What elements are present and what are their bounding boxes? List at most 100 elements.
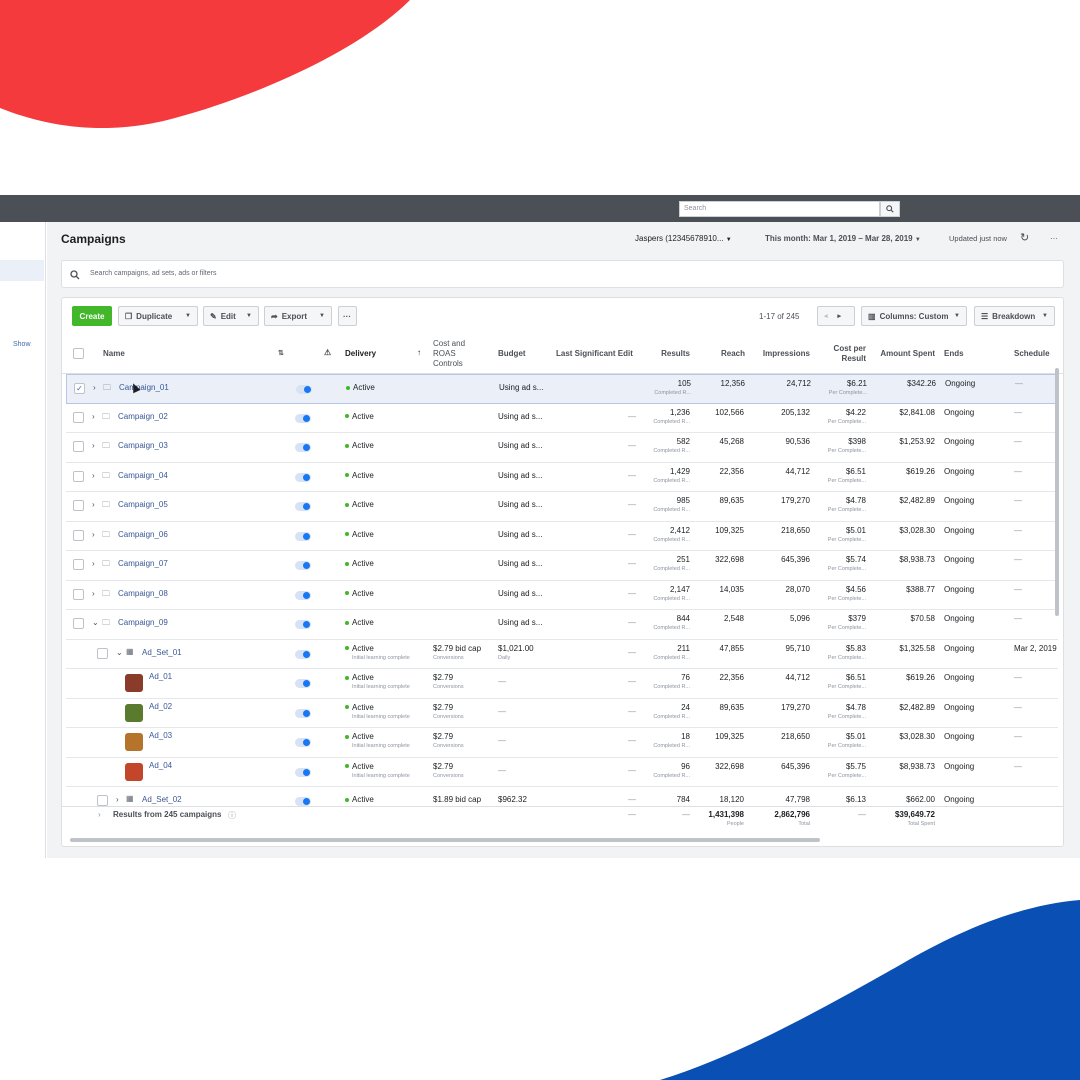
row-name-link[interactable]: Ad_02	[149, 702, 172, 711]
ad-row[interactable]: Ad_01 Active Initial learning complete $2.7…	[66, 669, 1058, 699]
campaign-row[interactable]: › 🗀 Campaign_05 Active Using ad s... — 985 Comp…	[66, 492, 1058, 522]
info-icon[interactable]: ⓘ	[228, 810, 236, 821]
duplicate-button[interactable]: ❐ Duplicate ▼	[118, 306, 198, 326]
toggle-switch[interactable]	[295, 738, 311, 747]
row-name-link[interactable]: Campaign_02	[118, 412, 168, 421]
chevron-right-icon[interactable]: ▸	[838, 312, 842, 320]
toggle-switch[interactable]	[295, 767, 311, 777]
chevron-right-icon[interactable]: ›	[93, 383, 96, 392]
row-name-link[interactable]: Campaign_03	[118, 441, 168, 450]
horizontal-scrollbar[interactable]	[70, 838, 820, 842]
chevron-right-icon[interactable]: ›	[92, 441, 95, 450]
row-checkbox[interactable]	[73, 588, 84, 600]
row-checkbox[interactable]	[73, 411, 84, 423]
toggle-switch[interactable]	[295, 413, 311, 423]
arrow-up-icon[interactable]: ↑	[417, 348, 421, 358]
toggle-switch[interactable]	[295, 590, 311, 600]
row-name-link[interactable]: Ad_03	[149, 731, 172, 740]
row-name-link[interactable]: Campaign_08	[118, 589, 168, 598]
campaign-row[interactable]: › 🗀 Campaign_06 Active Using ad s... — 2,412 Co…	[66, 522, 1058, 551]
chevron-right-icon[interactable]: ›	[116, 795, 119, 804]
global-search-input[interactable]: Search	[679, 201, 880, 217]
sidebar-selected-item[interactable]	[0, 260, 44, 281]
row-name-link[interactable]: Campaign_07	[118, 559, 168, 568]
column-delivery[interactable]: Delivery	[345, 349, 376, 359]
campaign-row[interactable]: › 🗀 Campaign_04 Active Using ad s... — 1,429 Co…	[66, 463, 1058, 492]
row-name-link[interactable]: Campaign_05	[118, 500, 168, 509]
chevron-right-icon[interactable]: ›	[92, 471, 95, 480]
sidebar-show-link[interactable]: Show	[13, 341, 31, 348]
export-button[interactable]: ➦ Export ▼	[264, 306, 332, 326]
row-name-link[interactable]: Campaign_09	[118, 618, 168, 627]
account-selector[interactable]: Jaspers (12345678910... ▼	[635, 234, 732, 243]
column-budget[interactable]: Budget	[498, 349, 526, 359]
row-checkbox[interactable]	[73, 470, 84, 482]
chevron-down-icon[interactable]: ⌄	[116, 648, 123, 657]
chevron-right-icon[interactable]: ›	[92, 500, 95, 509]
row-checkbox[interactable]	[97, 795, 108, 806]
toggle-switch[interactable]	[295, 502, 311, 511]
chevron-down-icon[interactable]: ⌄	[92, 618, 99, 627]
toggle-switch[interactable]	[295, 708, 311, 718]
toggle-switch[interactable]	[295, 620, 311, 629]
toggle-switch[interactable]	[295, 649, 311, 659]
row-checkbox[interactable]	[73, 441, 84, 452]
columns-dropdown[interactable]: ▥ Columns: Custom ▼	[861, 306, 967, 326]
toggle-switch[interactable]	[295, 797, 311, 806]
toggle-switch[interactable]	[296, 385, 312, 394]
chevron-right-icon[interactable]: ›	[92, 589, 95, 598]
ad-row[interactable]: Ad_02 Active Initial learning complete $2.7…	[66, 699, 1058, 728]
row-name-link[interactable]: Ad_Set_02	[142, 795, 182, 804]
refresh-icon[interactable]: ↻	[1020, 231, 1029, 244]
chevron-left-icon[interactable]: ◂	[824, 312, 828, 320]
campaign-row[interactable]: › 🗀 Campaign_03 Active Using ad s... — 582 Comp…	[66, 433, 1058, 463]
row-checkbox[interactable]: ✓	[74, 383, 85, 394]
chevron-right-icon[interactable]: ›	[92, 559, 95, 568]
row-name-link[interactable]: Campaign_04	[118, 471, 168, 480]
column-schedule[interactable]: Schedule	[1014, 349, 1050, 359]
column-impressions[interactable]: Impressions	[752, 349, 810, 359]
column-reach[interactable]: Reach	[702, 349, 745, 359]
campaign-row[interactable]: › 🗀 Campaign_07 Active Using ad s... — 251 Comp…	[66, 551, 1058, 581]
pagination-controls[interactable]: ◂ ▸	[817, 306, 855, 326]
row-checkbox[interactable]	[73, 559, 84, 570]
row-checkbox[interactable]	[73, 500, 84, 511]
breakdown-dropdown[interactable]: ☰ Breakdown ▼	[974, 306, 1055, 326]
column-ends[interactable]: Ends	[944, 349, 964, 359]
toggle-switch[interactable]	[295, 679, 311, 688]
column-results[interactable]: Results	[642, 349, 690, 359]
chevron-right-icon[interactable]: ›	[92, 530, 95, 539]
row-name-link[interactable]: Ad_Set_01	[142, 648, 182, 657]
campaign-row[interactable]: › 🗀 Campaign_02 Active Using ad s... — 1,236 Co…	[66, 404, 1058, 433]
row-name-link[interactable]: Campaign_06	[118, 530, 168, 539]
ad-row[interactable]: Ad_04 Active Initial learning complete $2.7…	[66, 758, 1058, 787]
edit-button[interactable]: ✎ Edit ▼	[203, 306, 259, 326]
toggle-switch[interactable]	[295, 561, 311, 570]
toolbar-more-button[interactable]: ···	[338, 306, 357, 326]
toggle-switch[interactable]	[295, 443, 311, 452]
toggle-switch[interactable]	[295, 472, 311, 482]
ad-row[interactable]: Ad_03 Active Initial learning complete $2.7…	[66, 728, 1058, 758]
column-cost-roas[interactable]: Cost and ROAS Controls	[433, 339, 465, 369]
campaign-row[interactable]: ✓ › 🗀 Campaign_01 Active Using ad s... 105 Comp…	[66, 374, 1058, 404]
chevron-right-icon[interactable]: ›	[92, 412, 95, 421]
row-checkbox[interactable]	[73, 618, 84, 629]
filter-search-bar[interactable]: Search campaigns, ad sets, ads or filter…	[61, 260, 1064, 288]
select-all-checkbox[interactable]	[73, 348, 84, 359]
adset-row[interactable]: ⌄ ▦ Ad_Set_01 Active Initial learning comple…	[66, 640, 1058, 669]
column-last-edit[interactable]: Last Significant Edit	[556, 349, 633, 359]
campaign-row[interactable]: ⌄ 🗀 Campaign_09 Active Using ad s... — 844 Comp…	[66, 610, 1058, 640]
chevron-right-icon[interactable]: ›	[98, 810, 101, 819]
vertical-scrollbar[interactable]	[1055, 368, 1059, 616]
toggle-switch[interactable]	[295, 531, 311, 541]
create-button[interactable]: Create	[72, 306, 112, 326]
column-cost-per-result[interactable]: Cost per Result	[822, 344, 866, 364]
date-range-picker[interactable]: This month: Mar 1, 2019 – Mar 28, 2019 ▼	[765, 234, 921, 243]
row-checkbox[interactable]	[97, 647, 108, 659]
sort-icon[interactable]: ⇅	[278, 349, 284, 359]
header-more-button[interactable]: ···	[1050, 234, 1058, 243]
row-checkbox[interactable]	[73, 529, 84, 541]
row-name-link[interactable]: Ad_01	[149, 672, 172, 681]
row-name-link[interactable]: Campaign_01	[119, 383, 169, 392]
column-name[interactable]: Name	[103, 349, 125, 359]
